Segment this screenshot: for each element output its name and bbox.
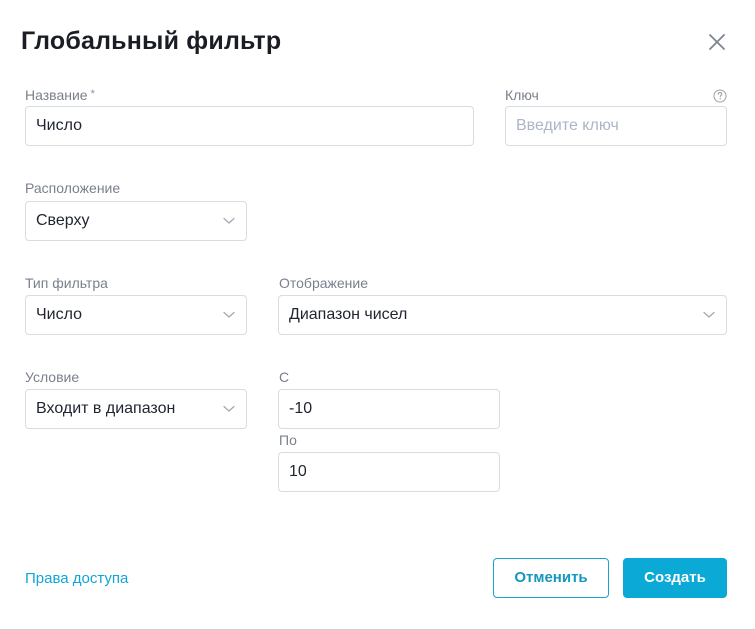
chevron-down-icon [223, 311, 235, 318]
display-selected-value: Диапазон чисел [289, 306, 408, 323]
close-button[interactable] [705, 30, 729, 54]
name-input[interactable] [25, 106, 474, 146]
from-input[interactable] [278, 389, 500, 429]
close-icon [709, 34, 725, 50]
chevron-down-icon [703, 311, 715, 318]
position-select[interactable]: Сверху [25, 201, 247, 241]
filter-type-select[interactable]: Число [25, 295, 247, 335]
access-rights-link[interactable]: Права доступа [25, 570, 128, 587]
key-input[interactable] [505, 106, 727, 146]
from-label: С [279, 369, 290, 385]
name-label-text: Название [25, 87, 88, 103]
filter-type-label: Тип фильтра [25, 275, 108, 291]
condition-select[interactable]: Входит в диапазон [25, 389, 247, 429]
chevron-down-icon [223, 217, 235, 224]
dialog-title: Глобальный фильтр [21, 27, 282, 55]
display-select[interactable]: Диапазон чисел [278, 295, 727, 335]
to-label: По [279, 432, 297, 448]
display-label: Отображение [279, 275, 369, 291]
condition-label: Условие [25, 369, 80, 385]
condition-selected-value: Входит в диапазон [36, 400, 176, 417]
key-label: Ключ [505, 87, 539, 103]
global-filter-dialog: Глобальный фильтр Название* Ключ Располо… [0, 0, 755, 630]
to-input[interactable] [278, 452, 500, 492]
position-label: Расположение [25, 180, 121, 196]
name-label: Название * [25, 87, 95, 103]
create-button[interactable]: Создать [623, 558, 727, 598]
position-selected-value: Сверху [36, 212, 90, 229]
required-mark: * [90, 88, 95, 100]
question-circle-icon[interactable] [713, 89, 727, 103]
cancel-button[interactable]: Отменить [493, 558, 609, 598]
chevron-down-icon [223, 405, 235, 412]
filter-type-selected-value: Число [36, 306, 83, 323]
